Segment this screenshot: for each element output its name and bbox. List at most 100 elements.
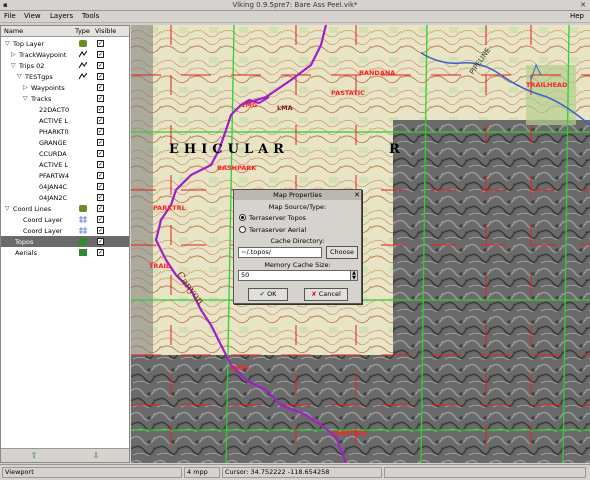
menu-layers[interactable]: Layers: [50, 12, 73, 20]
expander-arrow-icon[interactable]: ▷: [23, 84, 28, 91]
map-icon: [79, 249, 87, 256]
expander-arrow-icon[interactable]: ▽: [17, 73, 22, 80]
layer-row[interactable]: ▷ Waypoints ✓: [1, 82, 129, 93]
layer-row[interactable]: ▷ TrackWaypoint ✓: [1, 49, 129, 60]
layer-label: Aerials: [15, 249, 37, 257]
visible-checkbox[interactable]: ✓: [97, 238, 104, 245]
cancel-x-icon: ✘: [311, 290, 317, 298]
window-close-icon[interactable]: ✕: [580, 1, 586, 9]
visible-checkbox[interactable]: ✓: [97, 161, 104, 168]
visible-checkbox[interactable]: ✓: [97, 205, 104, 212]
layer-row[interactable]: Topos ✓: [1, 236, 129, 247]
waypoint-label[interactable]: MARTINA: [333, 429, 367, 437]
layer-row[interactable]: Aerials ✓: [1, 247, 129, 258]
layer-label: ACTIVE L: [39, 161, 68, 169]
visible-checkbox[interactable]: ✓: [97, 106, 104, 113]
visible-checkbox[interactable]: ✓: [97, 249, 104, 256]
layer-row[interactable]: PHARKT0 ✓: [1, 126, 129, 137]
visible-checkbox[interactable]: ✓: [97, 139, 104, 146]
layer-row[interactable]: ACTIVE L ✓: [1, 159, 129, 170]
cancel-button[interactable]: ✘ Cancel: [304, 288, 348, 301]
layer-label: Tracks: [31, 95, 52, 103]
menu-file[interactable]: File: [4, 12, 16, 20]
layer-row[interactable]: ▽ Tracks ✓: [1, 93, 129, 104]
menu-tools[interactable]: Tools: [82, 12, 99, 20]
waypoint-label[interactable]: PARKTRL: [153, 204, 186, 212]
visible-checkbox[interactable]: ✓: [97, 40, 104, 47]
layer-row[interactable]: 04JAN4C ✓: [1, 181, 129, 192]
dialog-close-icon[interactable]: ✕: [354, 190, 360, 200]
layer-row[interactable]: ▽ TESTgps ✓: [1, 71, 129, 82]
header-visible[interactable]: Visible: [95, 27, 116, 35]
layer-row[interactable]: Coord Layer ✓: [1, 214, 129, 225]
aggregate-icon: [79, 40, 87, 47]
visible-checkbox[interactable]: ✓: [97, 183, 104, 190]
layer-row[interactable]: ▽ Trips 02 ✓: [1, 60, 129, 71]
layer-row[interactable]: CCURDA ✓: [1, 148, 129, 159]
layers-header: Name Type Visible: [1, 26, 129, 37]
visible-checkbox[interactable]: ✓: [97, 194, 104, 201]
visible-checkbox[interactable]: ✓: [97, 84, 104, 91]
waypoint-label[interactable]: TRAIL: [149, 262, 170, 270]
waypoint-label[interactable]: BANDANA: [359, 69, 395, 77]
menu-view[interactable]: View: [24, 12, 41, 20]
visible-checkbox[interactable]: ✓: [97, 172, 104, 179]
visible-checkbox[interactable]: ✓: [97, 227, 104, 234]
layer-row[interactable]: ACTIVE L ✓: [1, 115, 129, 126]
memory-cache-input[interactable]: 50: [238, 270, 357, 281]
expander-arrow-icon[interactable]: ▷: [11, 51, 16, 58]
ok-button[interactable]: ✔ OK: [248, 288, 288, 301]
header-name[interactable]: Name: [4, 27, 23, 35]
expander-arrow-icon[interactable]: ▽: [23, 95, 28, 102]
map-icon: [79, 238, 87, 245]
cache-dir-input[interactable]: ~/.topos/: [238, 247, 322, 258]
waypoint-label[interactable]: BASHPARK: [217, 164, 257, 172]
spin-arrows-icon[interactable]: ▲ ▼: [350, 270, 358, 281]
header-type[interactable]: Type: [75, 27, 90, 35]
layer-label: Topos: [15, 238, 34, 246]
layer-row[interactable]: PFARTW4 ✓: [1, 170, 129, 181]
waypoint-label[interactable]: LMA: [277, 104, 293, 112]
layer-row[interactable]: Coord Layer ✓: [1, 225, 129, 236]
expander-arrow-icon[interactable]: ▽: [11, 62, 16, 69]
waypoint-label[interactable]: PASTATIC: [331, 89, 365, 97]
radio-topos-label[interactable]: Terraserver Topos: [249, 214, 306, 222]
visible-checkbox[interactable]: ✓: [97, 95, 104, 102]
memory-cache-label: Memory Cache Size:: [264, 261, 331, 269]
radio-aerial[interactable]: [239, 226, 246, 233]
radio-topos[interactable]: [239, 214, 246, 221]
statusbar: Viewport 4 mpp Cursor: 34.752222 -118.65…: [0, 464, 590, 480]
layer-row[interactable]: GRANGE ✓: [1, 137, 129, 148]
status-tool: Viewport: [2, 467, 182, 478]
layer-label: ACTIVE L: [39, 117, 68, 125]
visible-checkbox[interactable]: ✓: [97, 150, 104, 157]
expander-arrow-icon[interactable]: ▽: [5, 40, 10, 47]
topo-label-vehicular: EHICULAR: [169, 142, 289, 157]
layer-label: CCURDA: [39, 150, 67, 158]
layer-label: GRANGE: [39, 139, 67, 147]
layer-label: TESTgps: [25, 73, 53, 81]
expander-arrow-icon[interactable]: ▽: [5, 205, 10, 212]
layer-row[interactable]: 22DACT0 ✓: [1, 104, 129, 115]
waypoint-label[interactable]: 1993: [231, 364, 249, 372]
layer-label: Top Layer: [13, 40, 45, 48]
visible-checkbox[interactable]: ✓: [97, 128, 104, 135]
move-down-arrow-icon[interactable]: ⇩: [89, 451, 103, 461]
visible-checkbox[interactable]: ✓: [97, 73, 104, 80]
menu-help[interactable]: Hep: [570, 12, 584, 20]
layers-panel: Name Type Visible ▽ Top Layer ✓ ▷ TrackWaypo…: [0, 25, 130, 463]
cancel-label: Cancel: [318, 290, 341, 298]
visible-checkbox[interactable]: ✓: [97, 117, 104, 124]
waypoint-label[interactable]: TRAILHEAD: [526, 81, 568, 89]
dialog-title: Map Properties: [234, 190, 361, 200]
visible-checkbox[interactable]: ✓: [97, 62, 104, 69]
move-up-arrow-icon[interactable]: ⇧: [27, 451, 41, 461]
choose-button[interactable]: Choose: [326, 246, 358, 259]
visible-checkbox[interactable]: ✓: [97, 51, 104, 58]
visible-checkbox[interactable]: ✓: [97, 216, 104, 223]
layer-row[interactable]: ▽ Top Layer ✓: [1, 38, 129, 49]
waypoint-label[interactable]: 1MG: [241, 101, 257, 109]
layer-row[interactable]: ▽ Coord Lines ✓: [1, 203, 129, 214]
layer-row[interactable]: 04JAN2C ✓: [1, 192, 129, 203]
radio-aerial-label[interactable]: Terraserver Aerial: [249, 226, 306, 234]
